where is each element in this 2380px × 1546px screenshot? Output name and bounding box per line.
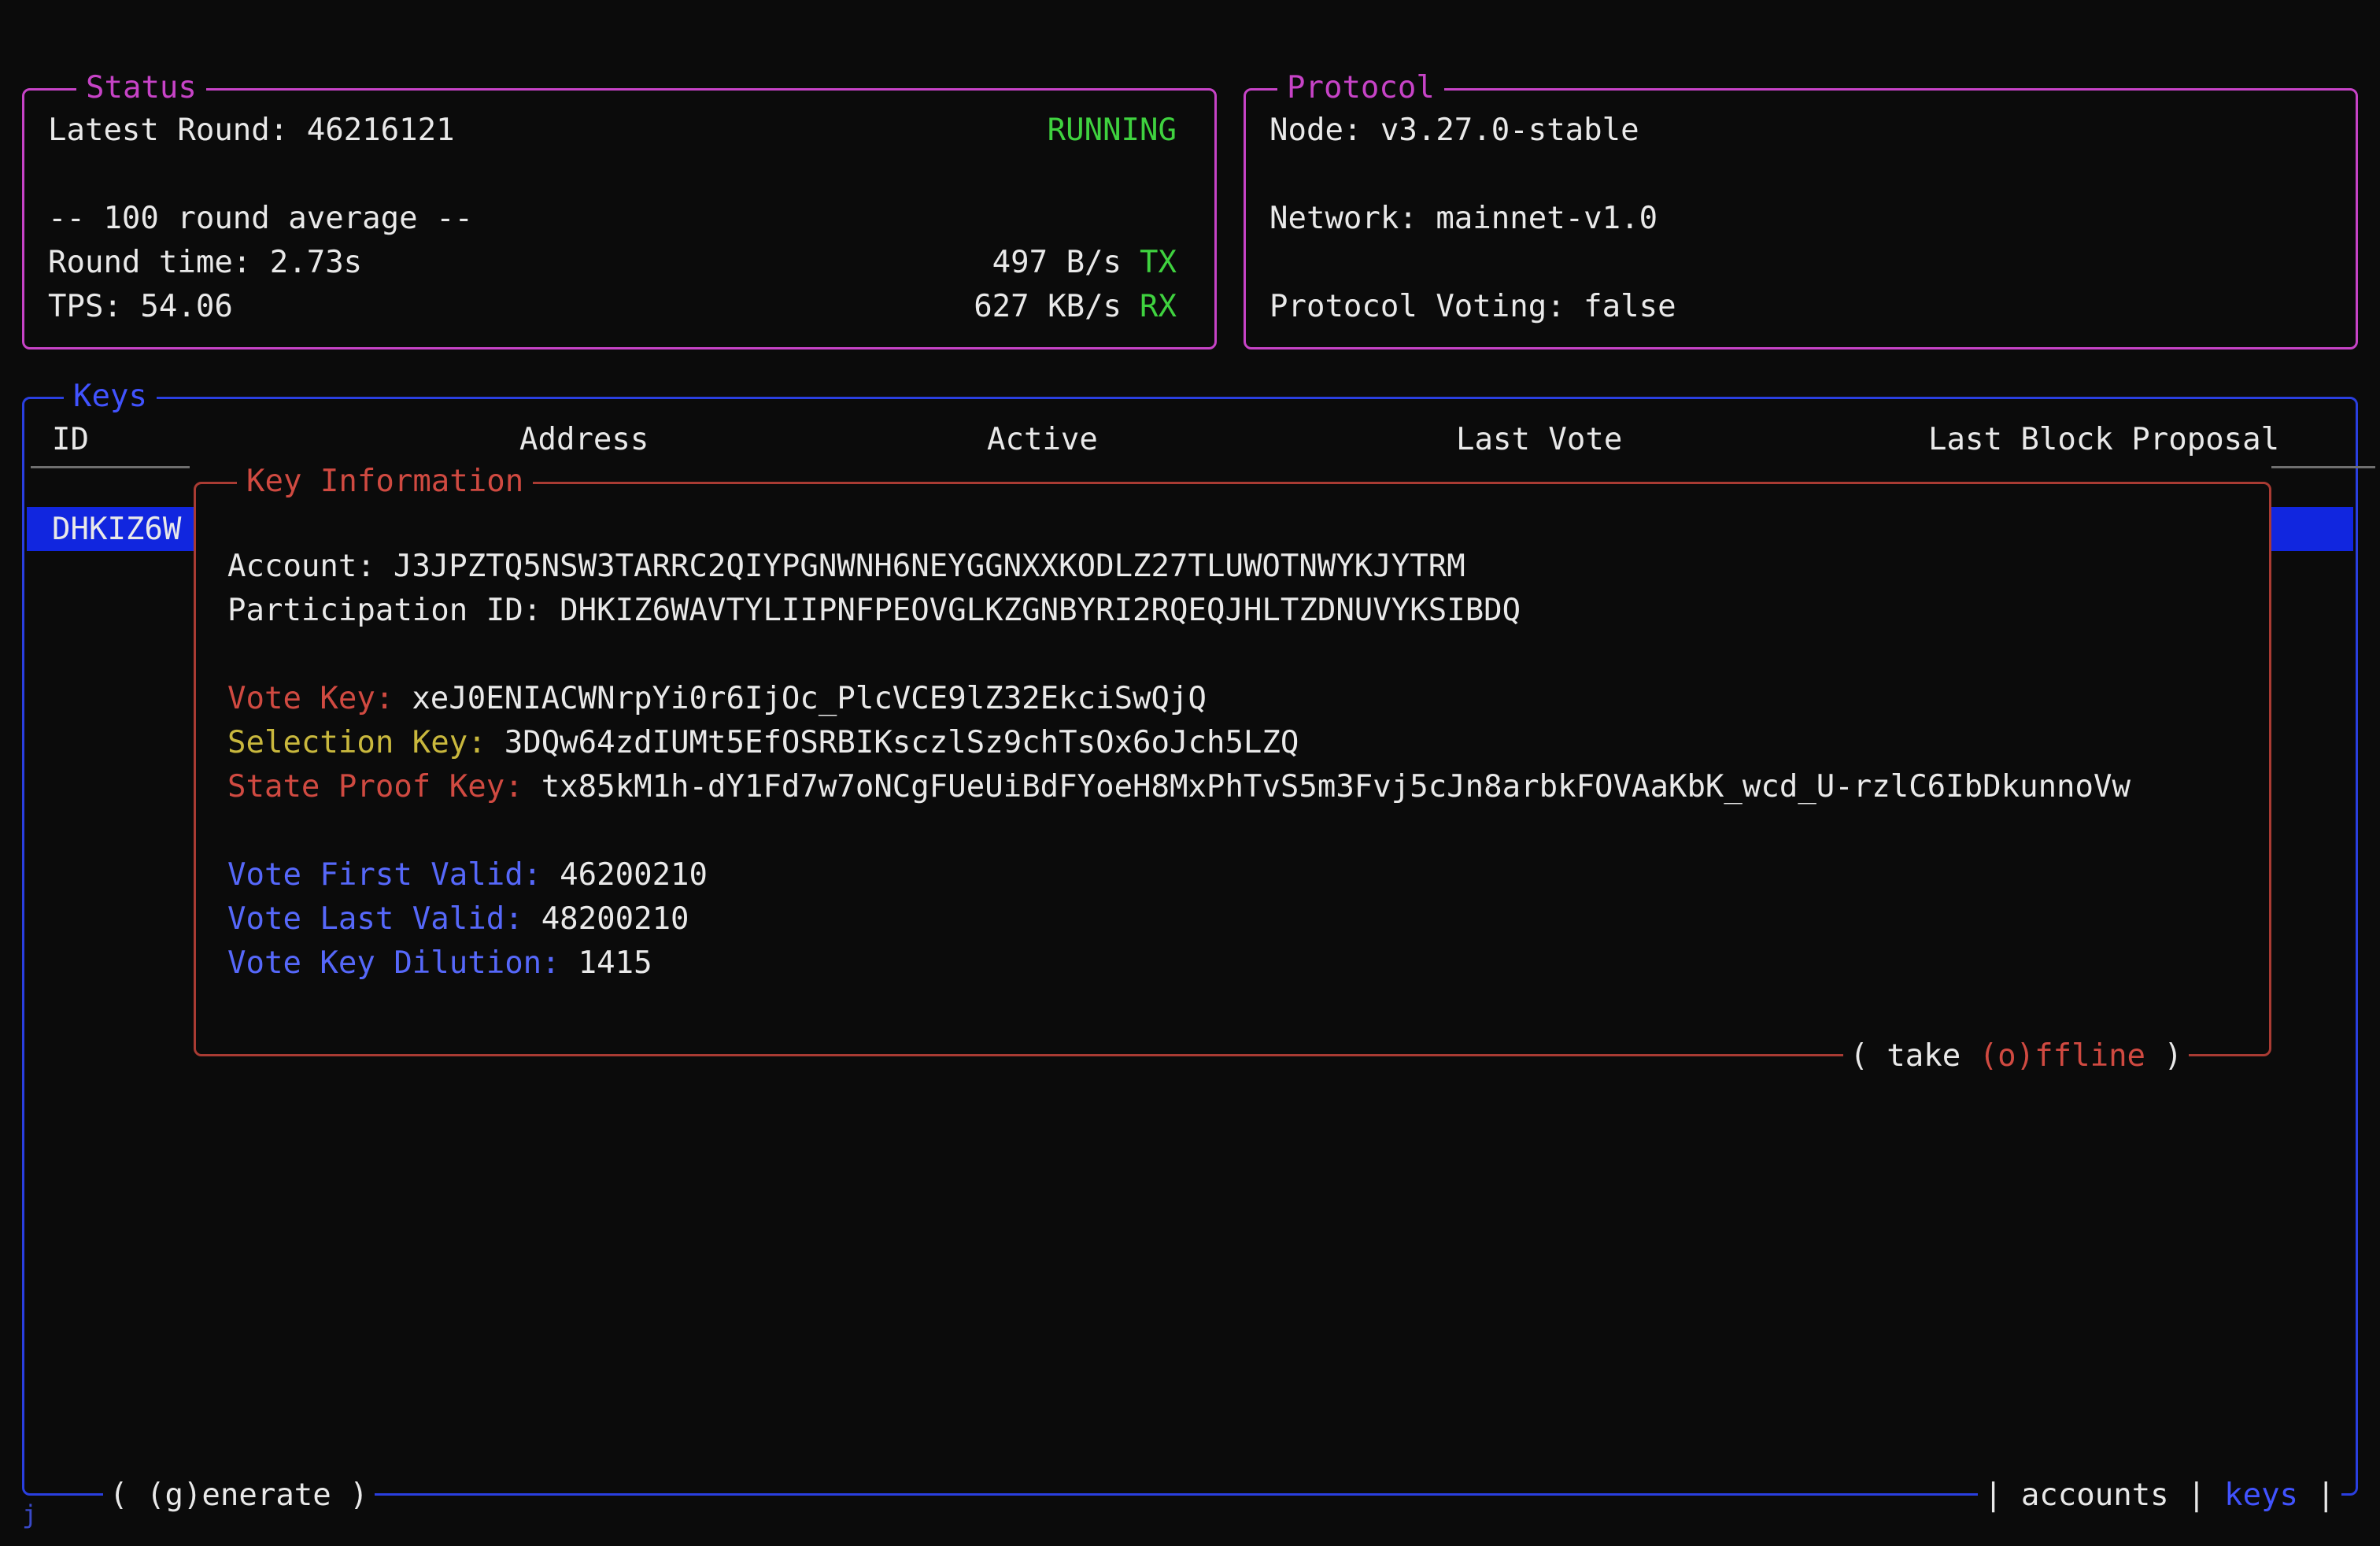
header-separator-right	[2271, 466, 2375, 468]
column-header-id: ID	[52, 418, 89, 462]
protocol-panel: Protocol Node: v3.27.0-stable Network: m…	[1244, 88, 2358, 350]
spacer-row	[48, 152, 1177, 196]
spacer-row	[227, 808, 2269, 853]
latest-round-value: Latest Round: 46216121	[48, 113, 455, 148]
tx-rate-value: 497 B/s	[992, 245, 1122, 280]
vote-last-valid-value: 48200210	[541, 901, 689, 937]
participation-id-value: DHKIZ6WAVTYLIIPNFPEOVGLKZGNBYRI2RQEQJHLT…	[560, 593, 1521, 628]
column-header-active: Active	[987, 418, 1098, 462]
column-header-address: Address	[519, 418, 649, 462]
view-tab-bar: | accounts | keys |	[1978, 1474, 2341, 1518]
vote-key-dilution-label: Vote Key Dilution:	[227, 945, 560, 981]
rx-rate-value: 627 KB/s	[974, 289, 1122, 324]
state-proof-key-value: tx85kM1h-dY1Fd7w7oNCgFUeUiBdFYoeH8MxPhTv…	[541, 769, 2131, 804]
tab-accounts[interactable]: accounts	[2021, 1474, 2169, 1518]
key-information-modal: Key Information Account: J3JPZTQ5NSW3TAR…	[194, 482, 2271, 1056]
protocol-voting: Protocol Voting: false	[1269, 289, 1676, 324]
node-version: Node: v3.27.0-stable	[1269, 113, 1639, 148]
keys-panel: Keys ID Address Active Last Vote Last Bl…	[22, 397, 2358, 1496]
round-average-header: -- 100 round average --	[48, 201, 473, 236]
take-offline-button[interactable]: ( take (o)ffline )	[1843, 1034, 2189, 1078]
column-header-last-vote: Last Vote	[1456, 418, 1622, 462]
account-value: J3JPZTQ5NSW3TARRC2QIYPGNWNH6NEYGGNXXKODL…	[394, 549, 1465, 584]
vote-key-value: xeJ0ENIACWNrpYi0r6IjOc_PlcVCE9lZ32EkciSw…	[412, 681, 1207, 716]
protocol-panel-title: Protocol	[1277, 66, 1444, 110]
spacer-row	[1269, 152, 2318, 196]
take-offline-hotkey: (o)ffline	[1979, 1038, 2145, 1074]
keys-panel-title: Keys	[64, 375, 157, 419]
corner-artifact-glyph: j	[22, 1500, 37, 1529]
key-row-id: DHKIZ6W	[52, 512, 181, 547]
state-proof-key-label: State Proof Key:	[227, 769, 523, 804]
participation-id-label: Participation ID:	[227, 593, 541, 628]
vote-first-valid-value: 46200210	[560, 857, 708, 893]
tab-pipe: |	[1984, 1474, 2021, 1518]
key-information-title: Key Information	[237, 460, 533, 504]
generate-key-button[interactable]: ( (g)enerate )	[103, 1474, 375, 1518]
take-offline-suffix: )	[2145, 1038, 2182, 1074]
tab-pipe: |	[2298, 1474, 2335, 1518]
spacer-row	[227, 632, 2269, 676]
vote-key-dilution-value: 1415	[578, 945, 652, 981]
status-panel: Status Latest Round: 46216121 RUNNING --…	[22, 88, 1217, 350]
tx-rate-unit: TX	[1140, 245, 1177, 280]
spacer-row	[1269, 240, 2318, 284]
take-offline-prefix: ( take	[1850, 1038, 1979, 1074]
tab-keys[interactable]: keys	[2224, 1474, 2298, 1518]
network-name: Network: mainnet-v1.0	[1269, 201, 1658, 236]
selection-key-value: 3DQw64zdIUMt5EfOSRBIKsczlSz9chTsOx6oJch5…	[504, 725, 1299, 760]
round-time-value: Round time: 2.73s	[48, 245, 362, 280]
tab-pipe: |	[2169, 1474, 2224, 1518]
rx-rate-unit: RX	[1140, 289, 1177, 324]
status-panel-title: Status	[76, 66, 206, 110]
vote-last-valid-label: Vote Last Valid:	[227, 901, 523, 937]
header-separator-left	[31, 466, 190, 468]
tps-value: TPS: 54.06	[48, 289, 233, 324]
column-header-last-block-proposal: Last Block Proposal	[1928, 418, 2279, 462]
node-state-badge: RUNNING	[1048, 113, 1177, 148]
account-label: Account:	[227, 549, 375, 584]
vote-first-valid-label: Vote First Valid:	[227, 857, 541, 893]
selection-key-label: Selection Key:	[227, 725, 486, 760]
vote-key-label: Vote Key:	[227, 681, 394, 716]
